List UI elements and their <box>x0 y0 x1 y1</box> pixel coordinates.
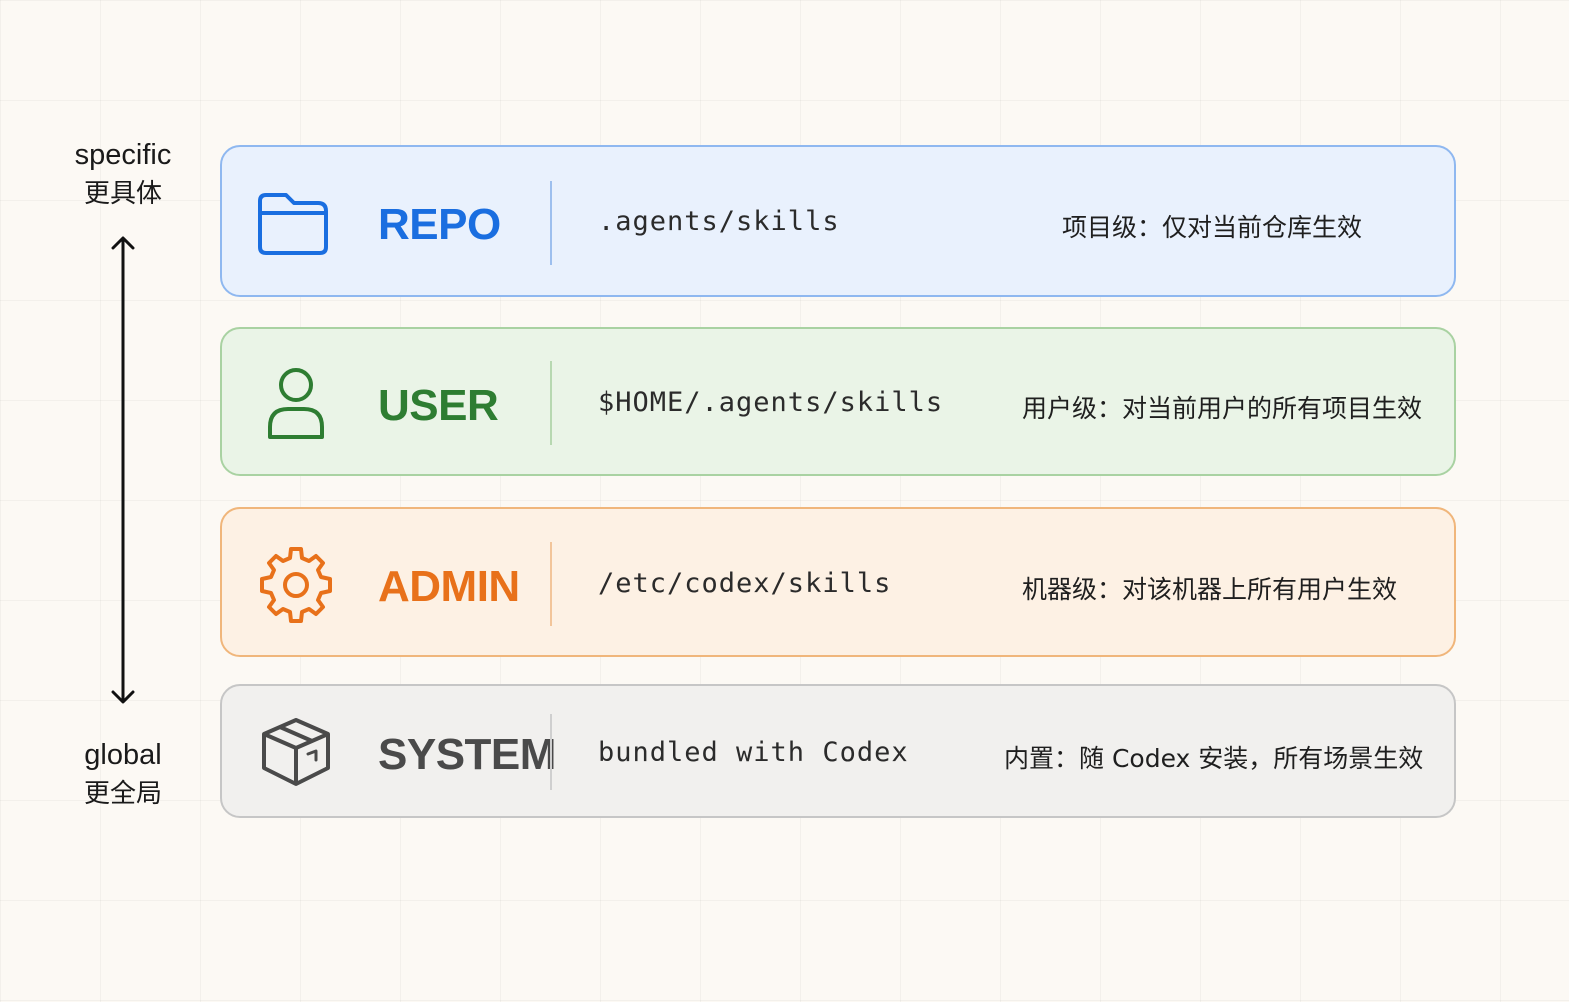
level-card-system: SYSTEM bundled with Codex 内置：随 Codex 安装，… <box>220 684 1456 818</box>
axis-top-label-group: specific 更具体 <box>40 136 206 214</box>
level-card-user: USER $HOME/.agents/skills 用户级：对当前用户的所有项目… <box>220 327 1456 476</box>
axis-top-sublabel: 更具体 <box>83 179 162 209</box>
axis-bottom-label-group: global 更全局 <box>40 736 206 814</box>
level-description: 用户级：对当前用户的所有项目生效 <box>1022 394 1423 423</box>
level-path: /etc/codex/skills <box>598 568 892 599</box>
divider <box>550 361 552 445</box>
divider <box>550 181 552 265</box>
divider <box>550 542 552 626</box>
level-description: 项目级：仅对当前仓库生效 <box>1062 213 1363 242</box>
axis-bottom-label: global <box>84 739 162 771</box>
level-description: 内置：随 Codex 安装，所有场景生效 <box>1004 744 1424 773</box>
level-path: $HOME/.agents/skills <box>598 387 944 418</box>
level-name: REPO <box>378 200 501 249</box>
axis-bottom-sublabel: 更全局 <box>83 779 162 809</box>
level-name: USER <box>378 381 499 430</box>
gear-icon <box>260 547 332 623</box>
level-name: ADMIN <box>378 562 520 611</box>
double-arrow-icon <box>111 236 135 704</box>
level-name: SYSTEM <box>378 730 556 779</box>
level-description: 机器级：对该机器上所有用户生效 <box>1022 575 1398 604</box>
level-card-admin: ADMIN /etc/codex/skills 机器级：对该机器上所有用户生效 <box>220 507 1456 657</box>
package-icon <box>262 718 330 786</box>
level-card-repo: REPO .agents/skills 项目级：仅对当前仓库生效 <box>220 145 1456 297</box>
axis-top-label: specific <box>74 139 172 171</box>
level-path: .agents/skills <box>598 206 840 237</box>
folder-icon <box>258 193 328 255</box>
level-path: bundled with Codex <box>598 737 909 768</box>
user-icon <box>268 368 324 439</box>
scope-axis: specific 更具体 global 更全局 <box>40 130 210 830</box>
divider <box>550 714 552 790</box>
